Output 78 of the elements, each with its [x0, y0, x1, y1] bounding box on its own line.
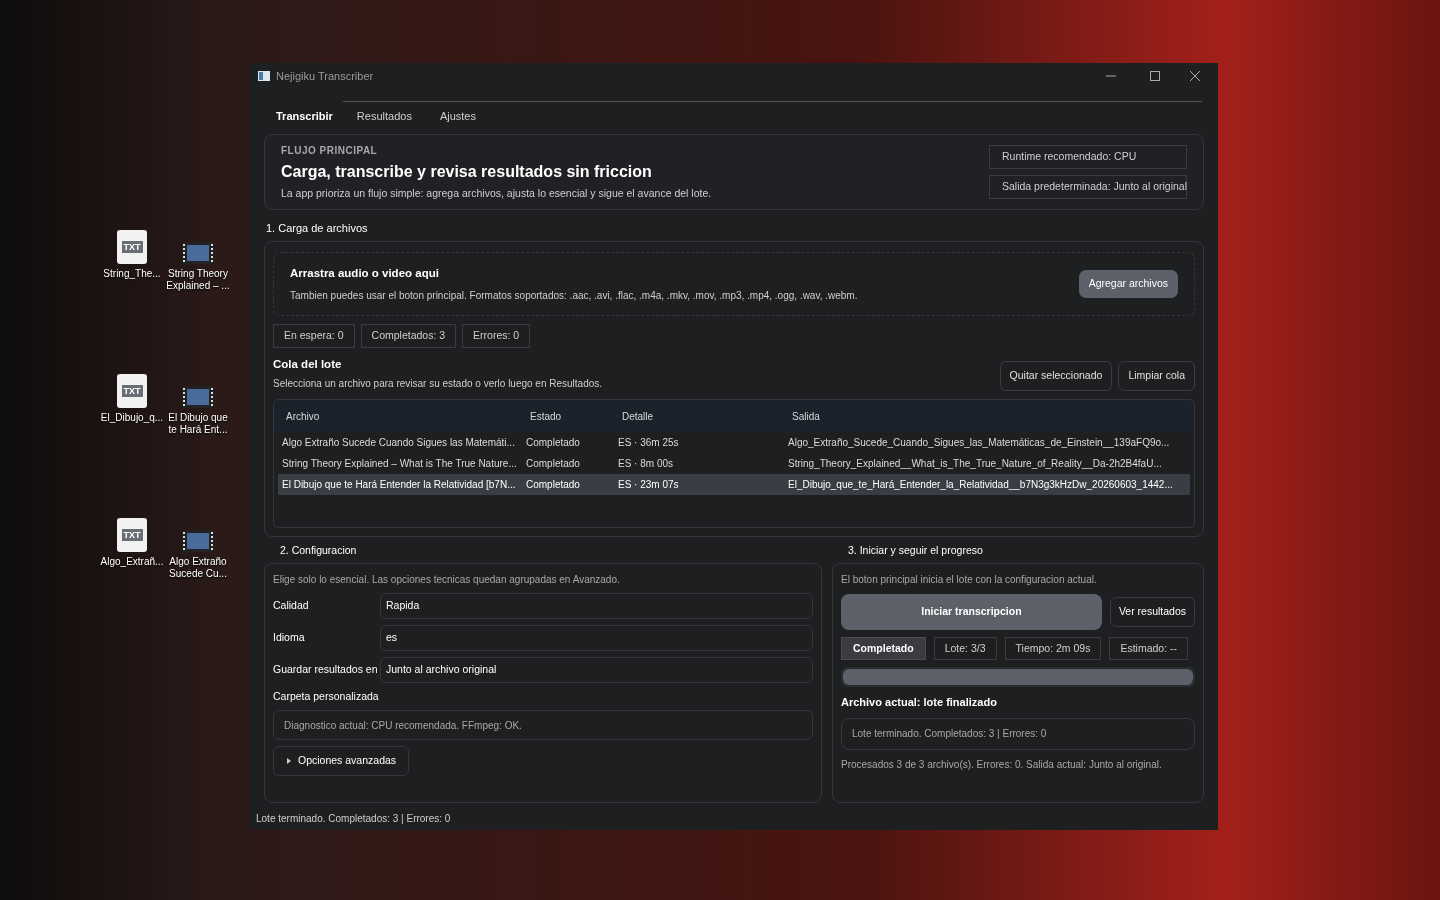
select-field[interactable]: Junto al archivo original	[380, 656, 813, 683]
status-chip: Tiempo: 2m 09s	[1004, 636, 1102, 661]
table-cell-text: El Dibujo que te Hará Entender la Relatividad [b7N...	[281, 478, 517, 492]
window-title: Nejigiku Transcriber	[276, 68, 374, 84]
section-title: 2. Configuracion	[279, 542, 358, 558]
table-cell-text: El_Dibujo_que_te_Hará_Entender_la_Relatividad__b7N3g3kHzDw_20260603_1442...	[787, 478, 1174, 492]
queue-row[interactable]: String Theory Explained – What is The True Nature... Completado ES · 8m 00s String_Theory_Explained__What_is_The_True_Nature_of_Reality__Da-2h2B4faU...	[278, 453, 1190, 474]
tab[interactable]: Transcribir	[266, 108, 343, 131]
desktop-icon-label[interactable]: Algo Extraño Sucede Cu...	[166, 556, 230, 580]
start-transcription-button[interactable]: Iniciar transcripcion	[841, 593, 1102, 630]
table-cell-text: ES · 23m 07s	[617, 478, 680, 492]
diagnostic-box: Diagnostico actual: CPU recomendada. FFmpeg: OK.	[273, 710, 813, 741]
status-chip: Completado	[841, 636, 926, 661]
info-chip: Runtime recomendado: CPU	[989, 145, 1187, 169]
queue-action-button[interactable]: Limpiar cola	[1118, 361, 1195, 391]
field-label: Idioma	[273, 629, 306, 645]
drop-zone[interactable]: Arrastra audio o video aqui Tambien puedes usar el boton principal. Formatos soportados: .aac, .avi, .flac, .m4a, .mkv, .mov, .mp3, .mp4, .ogg, .wav, .webm. Agregar archivos	[273, 251, 1195, 316]
current-file-label: Archivo actual: lote finalizado	[841, 695, 998, 711]
drop-hint: Tambien puedes usar el boton principal. Formatos soportados: .aac, .avi, .flac, .m4a, .mkv, .mov, .mp3, .mp4, .ogg, .wav, .webm.	[290, 289, 858, 303]
field-label: Calidad	[273, 597, 310, 613]
progress-summary: Procesados 3 de 3 archivo(s). Errores: 0. Salida actual: Junto al original.	[841, 757, 1163, 772]
progress-hint: El boton principal inicia el lote con la configuracion actual.	[841, 572, 1098, 587]
desktop-icon-label[interactable]: String_The...	[100, 268, 164, 280]
queue-title: Cola del lote	[273, 356, 343, 372]
table-cell-text: Completado	[525, 457, 581, 471]
section-title: 3. Iniciar y seguir el progreso	[847, 542, 984, 558]
table-cell-text: Completado	[525, 478, 581, 492]
advanced-options-toggle[interactable]: Opciones avanzadas	[273, 746, 410, 777]
app-icon	[258, 71, 270, 81]
desktop-icon-label[interactable]: String Theory Explained – ...	[166, 268, 230, 292]
tab[interactable]: Ajustes	[425, 101, 490, 131]
status-text: Lote terminado. Completados: 3 | Errores: 0	[255, 812, 452, 826]
page-subtitle: La app prioriza un flujo simple: agrega archivos, ajusta lo esencial y sigue el avance del lote.	[281, 185, 712, 201]
video-file-icon	[182, 242, 214, 264]
queue-action-button[interactable]: Quitar seleccionado	[999, 361, 1113, 391]
counter-chip: Errores: 0	[462, 324, 531, 348]
table-cell-text: Algo_Extraño_Sucede_Cuando_Sigues_las_Matemáticas_de_Einstein__139aFQ9o...	[787, 436, 1171, 450]
desktop-icon-label[interactable]: Algo_Extrañ...	[100, 556, 164, 568]
drop-title: Arrastra audio o video aqui	[290, 265, 440, 281]
table-cell-text: Completado	[525, 436, 581, 450]
video-file-icon	[182, 386, 214, 408]
table-cell-text: String Theory Explained – What is The True Nature...	[281, 457, 518, 471]
text-file-icon: TXT	[117, 518, 147, 552]
view-results-button[interactable]: Ver resultados	[1109, 596, 1195, 627]
column-header[interactable]: Archivo	[278, 408, 522, 424]
desktop-icon-label[interactable]: El_Dibujo_q...	[100, 412, 164, 424]
table-cell-text: Algo Extraño Sucede Cuando Sigues las Matemáti...	[281, 436, 516, 450]
queue-row[interactable]: El Dibujo que te Hará Entender la Relatividad [b7N... Completado ES · 23m 07s El_Dibujo_que_te_Hará_Entender_la_Relatividad__b7N3g3kHzDw_20260603_1442...	[278, 474, 1190, 495]
column-header[interactable]: Estado	[522, 408, 614, 424]
video-file-icon	[182, 530, 214, 552]
table-cell-text: ES · 36m 25s	[617, 436, 680, 450]
queue-row[interactable]: Algo Extraño Sucede Cuando Sigues las Matemáti... Completado ES · 36m 25s Algo_Extraño_Sucede_Cuando_Sigues_las_Matemáticas_de_Einstein__139aFQ9o...	[278, 432, 1190, 453]
maximize-icon[interactable]	[1150, 71, 1160, 81]
status-chip: Lote: 3/3	[933, 636, 997, 661]
page-title: Carga, transcribe y revisa resultados sin friccion	[281, 161, 653, 182]
log-box: Lote terminado. Completados: 3 | Errores: 0	[841, 717, 1195, 750]
counter-chip: Completados: 3	[360, 324, 457, 348]
status-chip: Estimado: --	[1109, 636, 1189, 661]
config-hint: Elige solo lo esencial. Las opciones tecnicas quedan agrupadas en Avanzado.	[273, 572, 621, 587]
table-cell-text: String_Theory_Explained__What_is_The_True_Nature_of_Reality__Da-2h2B4faU...	[787, 457, 1163, 471]
text-file-icon: TXT	[117, 374, 147, 408]
column-header[interactable]: Detalle	[614, 408, 784, 424]
select-field[interactable]: es	[380, 624, 813, 651]
tab[interactable]: Resultados	[342, 101, 426, 131]
desktop-icon-label[interactable]: El Dibujo que te Hará Ent...	[166, 412, 230, 436]
select-field[interactable]: Rapida	[380, 592, 813, 619]
field-label: Carpeta personalizada	[273, 688, 380, 704]
counter-chip: En espera: 0	[273, 324, 355, 348]
info-chip: Salida predeterminada: Junto al original	[989, 174, 1187, 199]
queue-subtitle: Selecciona un archivo para revisar su estado o verlo luego en Resultados.	[273, 377, 603, 391]
close-icon[interactable]	[1190, 71, 1200, 81]
table-cell-text: ES · 8m 00s	[617, 457, 675, 471]
field-label: Guardar resultados en	[273, 661, 379, 677]
section-title: 1. Carga de archivos	[265, 221, 369, 237]
add-files-button[interactable]: Agregar archivos	[1078, 270, 1178, 298]
text-file-icon: TXT	[117, 230, 147, 264]
eyebrow-label: FLUJO PRINCIPAL	[281, 143, 379, 158]
column-header[interactable]: Salida	[784, 408, 1190, 424]
